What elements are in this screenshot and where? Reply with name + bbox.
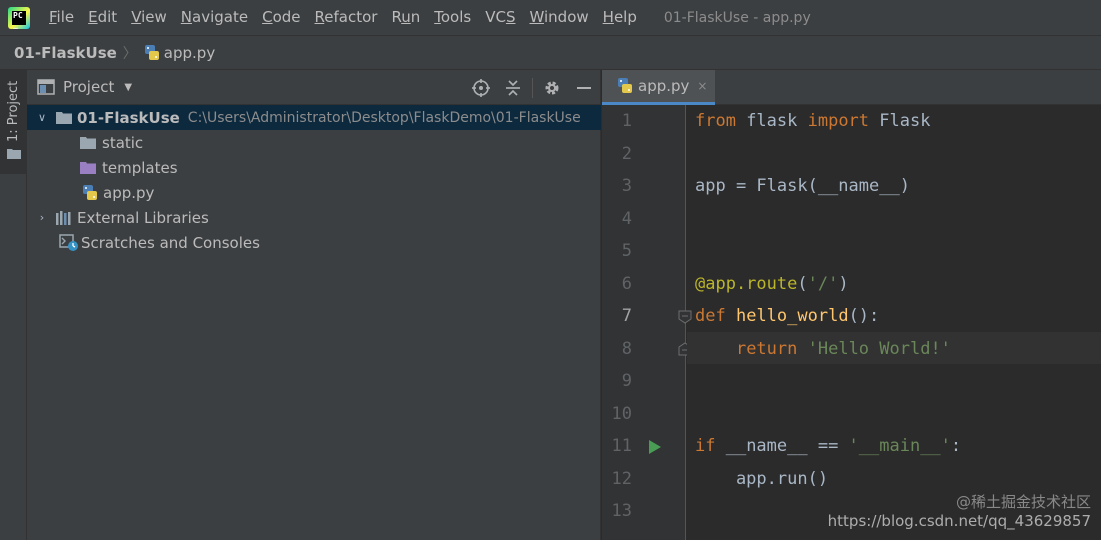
panel-toolbar xyxy=(465,70,600,105)
watermark: @稀土掘金技术社区 https://blog.csdn.net/qq_43629… xyxy=(828,491,1091,530)
tree-item-label: app.py xyxy=(103,183,155,202)
menu-bar: PC _ File Edit View Navigate Code Refacto… xyxy=(0,0,1101,35)
code-line-6: @app.route('/') xyxy=(695,274,849,294)
tree-item-label: templates xyxy=(102,158,178,177)
tree-item-path: C:\Users\Administrator\Desktop\FlaskDemo… xyxy=(187,109,581,126)
breadcrumb-file-label: app.py xyxy=(163,43,216,62)
menu-vcs[interactable]: VCS xyxy=(478,0,522,35)
settings-button[interactable] xyxy=(536,70,568,105)
line-number: 4 xyxy=(621,209,632,229)
menu-view[interactable]: View xyxy=(124,0,174,35)
tree-item-scratches[interactable]: Scratches and Consoles xyxy=(27,230,601,255)
menu-help[interactable]: Help xyxy=(596,0,644,35)
code-line-12: app.run() xyxy=(695,469,829,489)
watermark-community: @稀土掘金技术社区 xyxy=(955,493,1091,511)
menu-tools[interactable]: Tools xyxy=(427,0,478,35)
line-number: 1 xyxy=(621,111,632,131)
breadcrumb-separator-icon: 〉 xyxy=(122,45,137,62)
editor-tab-label: app.py xyxy=(638,77,690,95)
breadcrumb-project[interactable]: 01-FlaskUse xyxy=(14,44,117,62)
menu-code[interactable]: Code xyxy=(255,0,307,35)
crosshair-icon xyxy=(472,78,490,97)
project-panel: Project ▼ ∨ 01-FlaskUse C:\Users\Adminis… xyxy=(27,70,601,540)
project-view-icon xyxy=(37,79,55,95)
tree-item-label: Scratches and Consoles xyxy=(81,233,260,252)
line-number: 11 xyxy=(611,436,632,456)
line-number: 10 xyxy=(611,404,632,424)
code-line-1: from flask import Flask xyxy=(695,111,931,131)
python-file-icon xyxy=(618,78,632,93)
locate-file-button[interactable] xyxy=(465,70,497,105)
tree-item-label: static xyxy=(102,133,144,152)
editor-gutter: 1 2 3 4 5 6 7 8 9 10 11 12 13 xyxy=(602,105,692,540)
scratches-icon xyxy=(59,233,78,251)
line-number-current: 7 xyxy=(621,306,632,326)
folder-icon xyxy=(56,112,72,124)
tree-item-external-libraries[interactable]: › External Libraries xyxy=(27,205,601,230)
menu-file[interactable]: File xyxy=(42,0,81,35)
library-icon xyxy=(56,210,71,225)
collapse-all-icon xyxy=(506,79,520,96)
window-title: 01-FlaskUse - app.py xyxy=(663,9,811,26)
python-file-icon xyxy=(144,44,159,60)
python-file-icon xyxy=(83,184,97,200)
code-line-3: app = Flask(__name__) xyxy=(695,176,910,196)
code-area[interactable]: from flask import Flask app = Flask(__na… xyxy=(687,105,1101,540)
line-number: 13 xyxy=(611,501,632,521)
minimize-icon xyxy=(577,86,591,89)
gear-icon xyxy=(545,81,559,94)
folder-icon xyxy=(7,149,21,159)
editor-tab-app-py[interactable]: app.py × xyxy=(602,70,715,105)
menu-navigate[interactable]: Navigate xyxy=(174,0,255,35)
line-number: 2 xyxy=(621,144,632,164)
project-panel-title[interactable]: Project xyxy=(63,78,114,96)
tool-window-strip: 1: Project xyxy=(0,70,27,540)
tree-item-app-py[interactable]: app.py xyxy=(27,180,601,205)
project-panel-header: Project ▼ xyxy=(27,70,600,105)
tree-item-project-root[interactable]: ∨ 01-FlaskUse C:\Users\Administrator\Des… xyxy=(27,105,601,130)
tree-item-static[interactable]: static xyxy=(27,130,601,155)
tool-window-tab-label: 1: Project xyxy=(6,80,21,142)
code-line-11: if __name__ == '__main__': xyxy=(695,436,962,456)
line-number: 5 xyxy=(621,241,632,261)
collapse-all-button[interactable] xyxy=(497,70,529,105)
chevron-down-icon[interactable]: ∨ xyxy=(35,111,49,124)
chevron-down-icon[interactable]: ▼ xyxy=(124,82,132,93)
line-number: 12 xyxy=(611,469,632,489)
tree-item-templates[interactable]: templates xyxy=(27,155,601,180)
line-number: 6 xyxy=(621,274,632,294)
breadcrumb-file[interactable]: app.py xyxy=(143,44,215,62)
code-line-8: return 'Hello World!' xyxy=(735,339,951,359)
watermark-url: https://blog.csdn.net/qq_43629857 xyxy=(827,512,1091,530)
pycharm-logo-icon: PC _ xyxy=(8,6,30,29)
templates-folder-icon xyxy=(80,162,96,174)
editor-tab-bar: app.py × xyxy=(602,70,1101,105)
folder-icon xyxy=(80,137,96,149)
run-gutter-icon[interactable] xyxy=(649,440,661,454)
tool-window-tab-project[interactable]: 1: Project xyxy=(0,70,27,174)
line-number: 8 xyxy=(621,339,632,359)
toolbar-divider xyxy=(532,77,533,98)
code-line-7: def hello_world(): xyxy=(695,306,880,326)
line-number: 9 xyxy=(621,371,632,391)
close-icon[interactable]: × xyxy=(697,79,707,93)
menu-run[interactable]: Run xyxy=(384,0,427,35)
chevron-right-icon[interactable]: › xyxy=(35,211,49,224)
tree-item-label: External Libraries xyxy=(77,208,209,227)
menu-window[interactable]: Window xyxy=(522,0,595,35)
tree-item-label: 01-FlaskUse xyxy=(77,108,180,127)
menu-edit[interactable]: Edit xyxy=(81,0,124,35)
hide-panel-button[interactable] xyxy=(568,70,600,105)
breadcrumb: 01-FlaskUse 〉 app.py xyxy=(0,35,1101,70)
code-editor: app.py × 1 2 3 4 5 6 7 8 9 10 11 12 13 f… xyxy=(602,70,1101,540)
line-number: 3 xyxy=(621,176,632,196)
menu-refactor[interactable]: Refactor xyxy=(308,0,385,35)
